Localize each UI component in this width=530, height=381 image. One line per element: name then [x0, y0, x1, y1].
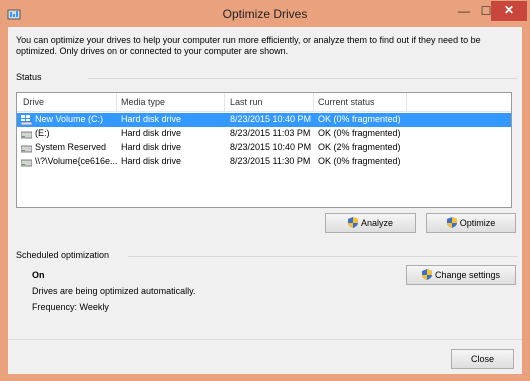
scheduled-divider — [128, 256, 518, 257]
column-header-current-status[interactable]: Current status — [318, 97, 375, 107]
drive-row-volume-guid[interactable]: \\?\Volume{ce616e... Hard disk drive 8/2… — [17, 155, 511, 169]
schedule-state: On — [32, 270, 45, 280]
uac-shield-icon — [446, 217, 457, 228]
media-type: Hard disk drive — [121, 142, 182, 152]
drive-name: System Reserved — [35, 142, 107, 152]
close-button[interactable]: Close — [451, 349, 514, 369]
current-status: OK (0% fragmented) — [318, 156, 401, 166]
drives-list[interactable]: Drive Media type Last run Current status… — [16, 92, 512, 208]
title-bar[interactable]: Optimize Drives — ☐ ✕ — [1, 1, 529, 27]
column-separator[interactable] — [116, 93, 117, 111]
current-status: OK (0% fragmented) — [318, 114, 401, 124]
analyze-button[interactable]: Analyze — [325, 213, 416, 233]
drive-name: (E:) — [35, 128, 50, 138]
hard-drive-icon — [21, 159, 32, 167]
analyze-label: Analyze — [360, 218, 394, 228]
dialog-footer: Close — [8, 339, 522, 374]
hard-drive-icon — [21, 145, 32, 153]
hard-drive-icon — [21, 131, 32, 139]
optimize-label: Optimize — [459, 218, 496, 228]
window-title: Optimize Drives — [222, 7, 308, 21]
column-header-last-run[interactable]: Last run — [230, 97, 263, 107]
media-type: Hard disk drive — [121, 114, 182, 124]
last-run: 8/23/2015 10:40 PM — [230, 142, 312, 152]
optimize-button[interactable]: Optimize — [426, 213, 516, 233]
last-run: 8/23/2015 11:03 PM — [230, 128, 311, 138]
change-settings-button[interactable]: Change settings — [406, 265, 516, 285]
drive-name: New Volume (C:) — [35, 114, 104, 124]
column-separator[interactable] — [313, 93, 314, 111]
schedule-description: Drives are being optimized automatically… — [32, 286, 196, 296]
column-separator[interactable] — [224, 93, 225, 111]
status-divider — [88, 78, 518, 79]
drive-name: \\?\Volume{ce616e... — [35, 156, 118, 166]
uac-shield-icon — [421, 269, 432, 280]
drives-list-header: Drive Media type Last run Current status — [17, 93, 511, 112]
media-type: Hard disk drive — [121, 156, 182, 166]
column-header-drive[interactable]: Drive — [23, 97, 44, 107]
windows-drive-icon — [21, 115, 32, 125]
intro-text: You can optimize your drives to help you… — [16, 35, 481, 56]
media-type: Hard disk drive — [121, 128, 182, 138]
dialog-body: You can optimize your drives to help you… — [8, 27, 522, 374]
current-status: OK (2% fragmented) — [318, 142, 401, 152]
optimize-drives-window: Optimize Drives — ☐ ✕ You can optimize y… — [0, 0, 530, 381]
schedule-frequency: Frequency: Weekly — [32, 302, 109, 312]
status-section-label: Status — [16, 72, 42, 82]
drive-row-c[interactable]: New Volume (C:) Hard disk drive 8/23/201… — [17, 113, 511, 127]
current-status: OK (0% fragmented) — [318, 128, 401, 138]
column-separator[interactable] — [406, 93, 407, 111]
drive-row-e[interactable]: (E:) Hard disk drive 8/23/2015 11:03 PM … — [17, 127, 511, 141]
change-settings-label: Change settings — [434, 270, 501, 280]
window-close-button[interactable]: ✕ — [491, 1, 527, 21]
minimize-button[interactable]: — — [453, 2, 475, 22]
last-run: 8/23/2015 11:30 PM — [230, 156, 311, 166]
last-run: 8/23/2015 10:40 PM — [230, 114, 312, 124]
uac-shield-icon — [347, 217, 358, 228]
column-header-media-type[interactable]: Media type — [121, 97, 165, 107]
scheduled-section-label: Scheduled optimization — [16, 250, 110, 260]
drive-row-system-reserved[interactable]: System Reserved Hard disk drive 8/23/201… — [17, 141, 511, 155]
